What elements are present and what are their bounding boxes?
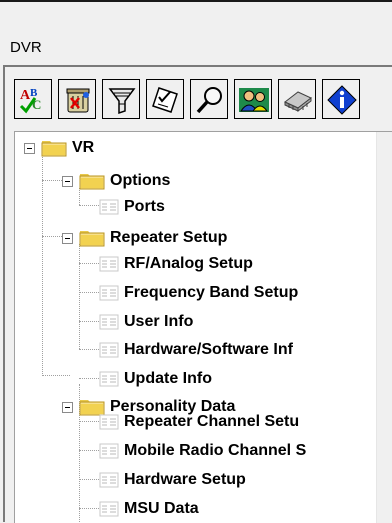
document-icon — [99, 199, 119, 215]
tree-connector — [42, 375, 70, 376]
funnel-filter-icon — [108, 88, 136, 115]
tree-leaf[interactable]: Update Info — [99, 368, 212, 390]
tree-leaf-label: Mobile Radio Channel S — [124, 442, 307, 459]
tree-connector — [79, 205, 99, 206]
tree-leaf[interactable]: Mobile Radio Channel S — [99, 440, 306, 462]
checklist-button[interactable] — [146, 79, 184, 119]
info-button[interactable] — [322, 79, 360, 119]
document-icon — [99, 371, 119, 387]
document-icon — [99, 256, 119, 272]
tree-leaf-label: MSU Data — [124, 500, 199, 517]
tree-leaf-label: RF/Analog Setup — [124, 255, 253, 272]
window-title: DVR — [10, 39, 42, 56]
document-icon — [99, 443, 119, 459]
tree-leaf-label: Ports — [124, 198, 165, 215]
tree-leaf-label: Hardware/Software Inf — [124, 341, 293, 358]
tree-node-group[interactable]: Repeater Setup — [62, 227, 227, 249]
tree-leaf-label: Repeater Channel Setu — [124, 413, 300, 430]
tree-connector — [79, 421, 99, 422]
tree-leaf-label: Update Info — [124, 370, 212, 387]
tree-view[interactable]: VR Options Ports Repeater Setup RF/Analo… — [14, 131, 392, 523]
users-button[interactable] — [234, 79, 272, 119]
filter-button[interactable] — [102, 79, 140, 119]
spellcheck-abc-icon: A B C — [19, 87, 41, 114]
document-icon — [99, 414, 119, 430]
tree-leaf-label: Frequency Band Setup — [124, 284, 299, 301]
checklist-icon — [152, 87, 178, 113]
tree-leaf[interactable]: Repeater Channel Setu — [99, 411, 299, 433]
document-icon — [99, 472, 119, 488]
tree-leaf[interactable]: Hardware Setup — [99, 469, 246, 491]
document-icon — [99, 285, 119, 301]
tree-group-label: Options — [110, 172, 171, 189]
folder-open-icon — [79, 231, 105, 247]
tree-node-root[interactable]: VR — [24, 137, 94, 159]
toolbar: A B C — [14, 79, 392, 123]
tree-group-label: Repeater Setup — [110, 229, 228, 246]
document-icon — [99, 501, 119, 517]
tree-connector — [79, 244, 80, 349]
tree-connector — [79, 508, 99, 509]
frame-top-line — [3, 65, 392, 67]
folder-open-icon — [41, 141, 67, 157]
tree-leaf[interactable]: RF/Analog Setup — [99, 253, 253, 275]
collapse-icon[interactable] — [24, 142, 35, 154]
tree-leaf[interactable]: User Info — [99, 311, 193, 333]
trash-bin-icon — [66, 88, 90, 113]
tree-connector — [79, 479, 99, 480]
tree-leaf[interactable]: Hardware/Software Inf — [99, 339, 293, 361]
tree-node-group[interactable]: Options — [62, 170, 170, 192]
trash-button[interactable] — [58, 79, 96, 119]
tree-connector — [79, 263, 99, 264]
folder-open-icon — [79, 174, 105, 190]
info-icon — [327, 85, 357, 115]
users-icon — [239, 88, 269, 112]
collapse-icon[interactable] — [62, 232, 73, 244]
search-button[interactable] — [190, 79, 228, 119]
tree-connector — [79, 292, 99, 293]
tree-leaf-label: User Info — [124, 313, 194, 330]
tree-connector — [79, 349, 99, 350]
tree-leaf[interactable]: Frequency Band Setup — [99, 282, 298, 304]
collapse-icon[interactable] — [62, 175, 73, 187]
tree-leaf-label: Hardware Setup — [124, 471, 246, 488]
tree-connector — [79, 450, 99, 451]
frame-left-line — [3, 65, 5, 522]
document-icon — [99, 342, 119, 358]
collapse-icon[interactable] — [62, 401, 73, 413]
magnifier-search-icon — [196, 87, 222, 114]
tree-connector — [79, 321, 99, 322]
spellcheck-abc-button[interactable]: A B C — [14, 79, 52, 119]
tree-leaf[interactable]: Ports — [99, 196, 165, 218]
tree-leaf[interactable]: MSU Data — [99, 498, 199, 520]
hardware-chip-button[interactable] — [278, 79, 316, 119]
tree-connector — [79, 378, 99, 379]
chip-icon — [284, 91, 312, 113]
tree-root-label: VR — [72, 139, 95, 156]
tree-connector — [42, 147, 43, 376]
document-icon — [99, 314, 119, 330]
